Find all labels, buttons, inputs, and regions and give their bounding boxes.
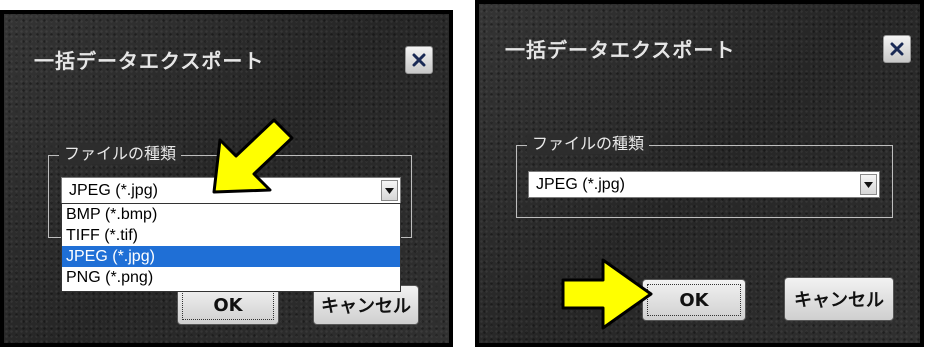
dropdown-option-png[interactable]: PNG (*.png) [62,267,400,288]
dialog-title: 一括データエクスポート [34,49,265,73]
file-type-label: ファイルの種類 [59,144,182,164]
right-dialog: 一括データエクスポート ファイルの種類 JPEG (*.jpg) OK キャンセ… [475,0,924,347]
dropdown-option-bmp[interactable]: BMP (*.bmp) [62,204,400,225]
chevron-down-icon [864,181,873,188]
close-icon [412,53,426,67]
ok-button[interactable]: OK [642,279,746,321]
highlight-arrow-icon [212,118,294,194]
dropdown-option-tif[interactable]: TIFF (*.tif) [62,225,400,246]
dropdown-option-jpg[interactable]: JPEG (*.jpg) [62,246,400,267]
cancel-button[interactable]: キャンセル [784,277,894,321]
select-value: JPEG (*.jpg) [536,176,625,193]
close-icon [890,42,904,56]
dropdown-button[interactable] [381,180,398,201]
select-value: JPEG (*.jpg) [69,182,158,199]
highlight-arrow-icon [561,258,653,330]
dropdown-button[interactable] [860,174,877,195]
chevron-down-icon [385,187,394,194]
left-dialog: 一括データエクスポート ファイルの種類 JPEG (*.jpg) OK キャンセ… [0,10,453,347]
file-type-dropdown-list: BMP (*.bmp) TIFF (*.tif) JPEG (*.jpg) PN… [61,203,401,292]
close-button[interactable] [405,46,433,74]
file-type-label: ファイルの種類 [527,134,650,154]
dialog-title: 一括データエクスポート [505,38,736,62]
file-type-select[interactable]: JPEG (*.jpg) [528,171,880,198]
close-button[interactable] [883,35,911,63]
